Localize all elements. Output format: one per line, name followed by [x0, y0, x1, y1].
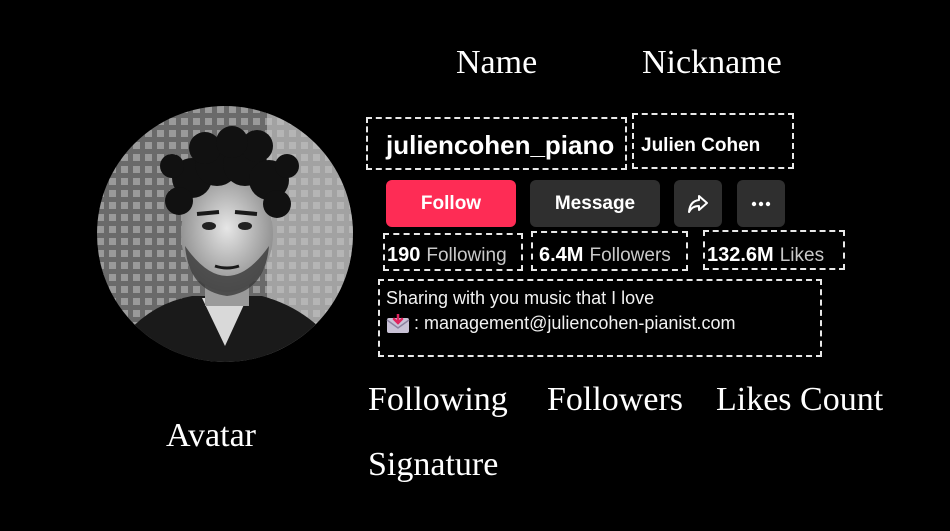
- bio-line-2: : management@juliencohen-pianist.com: [386, 313, 735, 334]
- nickname: Julien Cohen: [641, 135, 761, 156]
- bio-email[interactable]: : management@juliencohen-pianist.com: [414, 313, 735, 334]
- annotation-name: Name: [456, 44, 538, 81]
- avatar[interactable]: [97, 106, 353, 362]
- bio-line-1: Sharing with you music that I love: [386, 288, 655, 308]
- message-button[interactable]: Message: [530, 180, 660, 227]
- following-label: Following: [426, 245, 507, 266]
- likes-label: Likes: [779, 245, 825, 266]
- annotation-likes-count: Likes Count: [716, 381, 884, 418]
- annotation-nickname: Nickname: [642, 44, 782, 81]
- following-stat[interactable]: 190 Following: [387, 244, 507, 267]
- annotation-signature: Signature: [368, 446, 499, 483]
- followers-label: Followers: [589, 245, 671, 266]
- username-box: juliencohen_piano: [366, 117, 627, 170]
- username: juliencohen_piano: [386, 130, 615, 160]
- likes-count: 132.6M: [707, 244, 774, 266]
- more-button[interactable]: [737, 180, 785, 227]
- followers-stat[interactable]: 6.4M Followers: [539, 244, 671, 267]
- annotation-following: Following: [368, 381, 508, 418]
- follow-button[interactable]: Follow: [386, 180, 516, 227]
- followers-count: 6.4M: [539, 244, 584, 266]
- annotation-followers: Followers: [547, 381, 683, 418]
- more-icon: [751, 201, 771, 206]
- nickname-box: Julien Cohen: [632, 113, 794, 169]
- envelope-icon: [386, 313, 410, 333]
- share-icon: [688, 194, 708, 213]
- annotation-avatar: Avatar: [166, 417, 256, 454]
- following-count: 190: [387, 244, 421, 266]
- likes-stat: 132.6M Likes: [707, 244, 824, 267]
- share-button[interactable]: [674, 180, 722, 227]
